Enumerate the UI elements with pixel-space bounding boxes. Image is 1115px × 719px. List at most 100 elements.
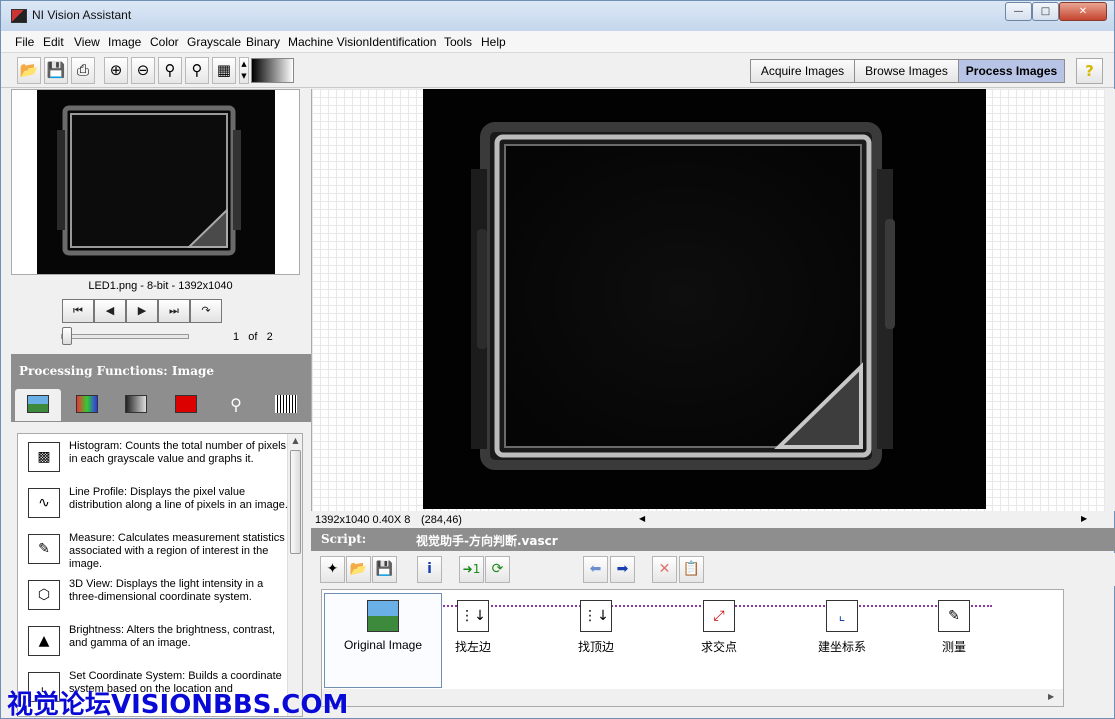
thumbnail-image[interactable] bbox=[37, 90, 275, 274]
image-page-indicator: 1 of 2 bbox=[233, 331, 273, 343]
step-label: 测量 bbox=[941, 640, 966, 654]
measure-icon: ✎ bbox=[28, 534, 60, 564]
first-image-icon[interactable]: ⏮ bbox=[62, 299, 94, 323]
zoom-fit-icon[interactable]: ⚲ bbox=[185, 57, 209, 84]
clipboard-icon[interactable]: 📋 bbox=[679, 556, 704, 583]
grayscale-palette-swatch[interactable] bbox=[251, 58, 294, 83]
led-image-drawing bbox=[471, 122, 895, 470]
help-icon[interactable]: ? bbox=[1076, 58, 1103, 84]
color-functions-icon bbox=[76, 395, 98, 413]
zoom-in-icon[interactable]: ⊕ bbox=[104, 57, 128, 84]
save-script-icon[interactable]: 💾 bbox=[372, 556, 397, 583]
tab-identification-functions[interactable] bbox=[263, 389, 309, 421]
print-icon[interactable]: ⎙ bbox=[71, 57, 95, 84]
palette-dropdown-icon[interactable]: ▲ ▼ bbox=[239, 57, 249, 84]
script-step-find-top-edge[interactable]: ⋮↓ 找顶边 bbox=[556, 600, 636, 660]
previous-image-icon[interactable]: ◀ bbox=[94, 299, 126, 323]
script-scrollbar[interactable]: ▶ bbox=[321, 689, 1064, 707]
tab-process-images[interactable]: Process Images bbox=[958, 59, 1065, 83]
intersection-icon: ⤢ bbox=[703, 600, 735, 632]
script-step-original-image[interactable]: Original Image bbox=[324, 593, 442, 688]
line-profile-icon: ∿ bbox=[28, 488, 60, 518]
list-item[interactable]: ∿ Line Profile: Displays the pixel value… bbox=[18, 480, 288, 526]
thumbnail-caption: LED1.png - 8-bit - 1392x1040 bbox=[88, 280, 233, 292]
menu-view[interactable]: View bbox=[74, 35, 100, 49]
open-image-icon[interactable]: 📂 bbox=[17, 57, 41, 84]
last-image-icon[interactable]: ⏭ bbox=[158, 299, 190, 323]
script-scroll-right-icon[interactable]: ▶ bbox=[1048, 692, 1054, 701]
menu-grayscale[interactable]: Grayscale bbox=[187, 35, 241, 49]
step-label: Original Image bbox=[343, 638, 423, 652]
menu-tools[interactable]: Tools bbox=[444, 35, 472, 49]
image-slider-track[interactable] bbox=[61, 334, 189, 339]
tab-image-functions[interactable] bbox=[15, 389, 61, 421]
processing-category-tabs: ⚲ bbox=[11, 387, 311, 422]
scroll-up-icon[interactable]: ▲ bbox=[288, 436, 302, 445]
script-step-coordinate-system[interactable]: ⌞ 建坐标系 bbox=[802, 600, 882, 660]
barcode-icon bbox=[275, 395, 297, 413]
3d-view-icon: ⬡ bbox=[28, 580, 60, 610]
menu-edit[interactable]: Edit bbox=[43, 35, 64, 49]
menu-bar: File Edit View Image Color Grayscale Bin… bbox=[1, 31, 1114, 53]
scrollbar-thumb[interactable] bbox=[290, 450, 301, 554]
image-viewer[interactable] bbox=[311, 89, 1106, 511]
list-item[interactable]: ✎ Measure: Calculates measurement statis… bbox=[18, 526, 288, 572]
title-bar[interactable]: NI Vision Assistant — □ ✕ bbox=[1, 1, 1114, 31]
original-image-icon bbox=[367, 600, 399, 632]
tab-browse-images[interactable]: Browse Images bbox=[854, 59, 959, 83]
zoom-1to1-icon[interactable]: ⚲ bbox=[158, 57, 182, 84]
run-once-icon[interactable]: ➜1 bbox=[459, 556, 484, 583]
menu-image[interactable]: Image bbox=[108, 35, 141, 49]
maximize-button[interactable]: □ bbox=[1032, 2, 1059, 21]
script-step-measure[interactable]: ✎ 测量 bbox=[914, 600, 994, 660]
edge-detect-icon: ⋮↓ bbox=[580, 600, 612, 632]
script-label: Script: bbox=[321, 532, 367, 546]
script-step-find-left-edge[interactable]: ⋮↓ 找左边 bbox=[433, 600, 513, 660]
tab-acquire-images[interactable]: Acquire Images bbox=[750, 59, 855, 83]
menu-file[interactable]: File bbox=[15, 35, 34, 49]
machine-vision-icon: ⚲ bbox=[230, 395, 242, 414]
tab-machine-vision-functions[interactable]: ⚲ bbox=[213, 389, 259, 421]
main-toolbar: 📂 💾 ⎙ ⊕ ⊖ ⚲ ⚲ ▦ ▲ ▼ Acquire Images Browse… bbox=[1, 54, 1114, 88]
delete-step-icon[interactable]: ✕ bbox=[652, 556, 677, 583]
list-item[interactable]: ⬡ 3D View: Displays the light intensity … bbox=[18, 572, 288, 618]
list-item-text: 3D View: Displays the light intensity in… bbox=[69, 578, 264, 603]
save-image-icon[interactable]: 💾 bbox=[44, 57, 68, 84]
image-slider-thumb[interactable] bbox=[62, 327, 72, 345]
menu-binary[interactable]: Binary bbox=[246, 35, 280, 49]
edge-detect-icon: ⋮↓ bbox=[457, 600, 489, 632]
window-title: NI Vision Assistant bbox=[32, 8, 132, 22]
step-forward-icon[interactable]: ➡ bbox=[610, 556, 635, 583]
scroll-left-icon[interactable]: ◀ bbox=[639, 514, 645, 523]
tab-color-functions[interactable] bbox=[64, 389, 110, 421]
menu-machine-vision[interactable]: Machine Vision bbox=[288, 35, 369, 49]
image-functions-icon bbox=[27, 395, 49, 413]
info-icon[interactable]: i bbox=[417, 556, 442, 583]
menu-color[interactable]: Color bbox=[150, 35, 179, 49]
script-step-intersection[interactable]: ⤢ 求交点 bbox=[679, 600, 759, 660]
step-back-icon[interactable]: ⬅ bbox=[583, 556, 608, 583]
tab-grayscale-functions[interactable] bbox=[113, 389, 159, 421]
brightness-icon: ▲ bbox=[28, 626, 60, 656]
current-image-number: 1 bbox=[233, 331, 240, 343]
list-item[interactable]: ▩ Histogram: Counts the total number of … bbox=[18, 434, 288, 480]
open-script-icon[interactable]: 📂 bbox=[346, 556, 371, 583]
script-toolbar: ✦ 📂 💾 i ➜1 ⟳ ⬅ ➡ ✕ 📋 bbox=[311, 553, 1115, 586]
list-item-text: Brightness: Alters the brightness, contr… bbox=[69, 624, 276, 649]
close-button[interactable]: ✕ bbox=[1059, 2, 1107, 21]
list-item[interactable]: ▲ Brightness: Alters the brightness, con… bbox=[18, 618, 288, 664]
palette-icon[interactable]: ▦ bbox=[212, 57, 236, 84]
scroll-right-icon[interactable]: ▶ bbox=[1081, 514, 1087, 523]
run-continuous-icon[interactable]: ⟳ bbox=[485, 556, 510, 583]
main-image[interactable] bbox=[423, 89, 986, 509]
zoom-out-icon[interactable]: ⊖ bbox=[131, 57, 155, 84]
tab-binary-functions[interactable] bbox=[163, 389, 209, 421]
new-script-icon[interactable]: ✦ bbox=[320, 556, 345, 583]
loop-image-icon[interactable]: ↷ bbox=[190, 299, 222, 323]
viewer-scrollbar[interactable] bbox=[1105, 89, 1115, 511]
minimize-button[interactable]: — bbox=[1005, 2, 1032, 21]
functions-scrollbar[interactable]: ▲ bbox=[287, 434, 302, 716]
menu-help[interactable]: Help bbox=[481, 35, 506, 49]
next-image-icon[interactable]: ▶ bbox=[126, 299, 158, 323]
menu-identification[interactable]: Identification bbox=[369, 35, 436, 49]
